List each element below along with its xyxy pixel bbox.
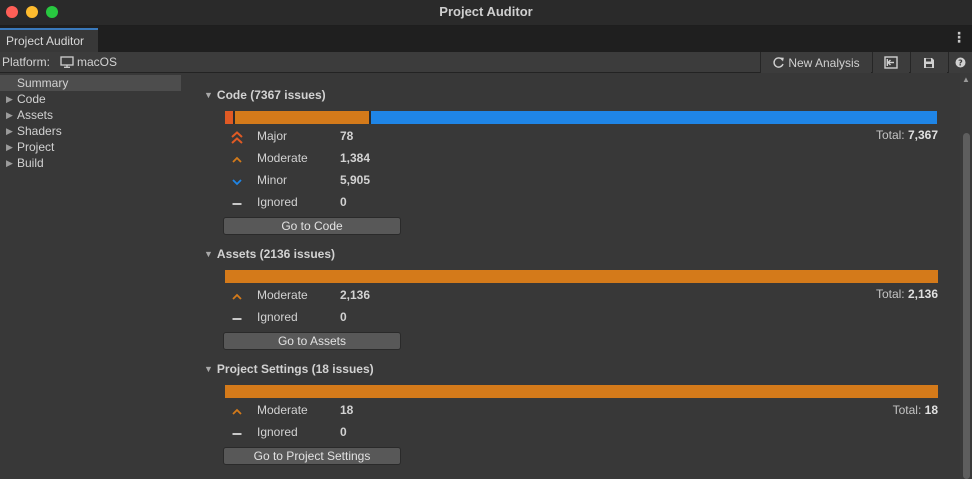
scrollbar-thumb[interactable] [963, 133, 970, 479]
tab-project-auditor[interactable]: Project Auditor [0, 28, 98, 52]
expand-arrow-icon[interactable]: ▶ [6, 155, 17, 171]
monitor-icon [60, 56, 74, 68]
sidebar-item-label: Assets [17, 108, 54, 122]
moderate-severity-icon [232, 293, 242, 300]
section-title: Code (7367 issues) [216, 88, 326, 102]
sidebar-item-summary[interactable]: Summary [0, 75, 181, 91]
sidebar: Summary ▶ Code ▶ Assets ▶ Shaders ▶ Project … [0, 73, 183, 479]
refresh-icon [773, 57, 785, 68]
summary-panel: ▼ Code (7367 issues) Total: 7,367 Major 7… [183, 73, 960, 479]
ignored-icon [232, 318, 242, 320]
help-icon: ? [955, 57, 966, 68]
sidebar-item-code[interactable]: ▶ Code [0, 91, 181, 107]
expand-arrow-icon[interactable]: ▶ [6, 107, 17, 123]
severity-count: 78 [340, 129, 354, 143]
go-to-project-settings-button[interactable]: Go to Project Settings [223, 447, 401, 465]
platform-dropdown[interactable]: macOS [77, 55, 117, 69]
sidebar-item-assets[interactable]: ▶ Assets [0, 107, 181, 123]
collapse-arrow-icon[interactable]: ▼ [204, 364, 213, 374]
bar-segment-major [225, 111, 233, 124]
severity-label: Moderate [257, 288, 308, 302]
expand-arrow-icon[interactable]: ▶ [6, 123, 17, 139]
bar-segment-moderate [235, 111, 369, 124]
assets-severity-bar [225, 270, 938, 283]
severity-count: 18 [340, 403, 354, 417]
platform-label: Platform: [2, 55, 51, 69]
help-button[interactable]: ? [948, 52, 972, 73]
severity-count: 2,136 [340, 288, 371, 302]
more-options-icon[interactable]: ⋮ [952, 30, 966, 44]
total-value: 18 [924, 403, 938, 417]
project-settings-section-header[interactable]: ▼ Project Settings (18 issues) [204, 362, 374, 376]
total-label: Total: [875, 128, 905, 142]
svg-text:?: ? [958, 59, 963, 68]
total-value: 7,367 [907, 128, 938, 142]
sidebar-item-label: Project [17, 140, 55, 154]
expand-arrow-icon[interactable]: ▶ [6, 139, 17, 155]
go-to-code-button[interactable]: Go to Code [223, 217, 401, 235]
severity-label: Major [257, 129, 288, 143]
section-title: Project Settings (18 issues) [216, 362, 374, 376]
toolbar: Platform: macOS New Analysis ? [0, 52, 972, 73]
assets-section-header[interactable]: ▼ Assets (2136 issues) [204, 247, 335, 261]
window-title: Project Auditor [439, 4, 533, 19]
minor-severity-icon [232, 179, 242, 186]
import-icon [884, 56, 898, 69]
code-total: Total: 7,367 [876, 128, 938, 142]
severity-label: Minor [257, 173, 288, 187]
severity-count: 0 [340, 310, 347, 324]
moderate-severity-icon [232, 156, 242, 163]
sidebar-item-project[interactable]: ▶ Project [0, 139, 181, 155]
save-icon [924, 57, 934, 68]
ignored-icon [232, 433, 242, 435]
severity-count: 5,905 [340, 173, 371, 187]
severity-label: Moderate [257, 151, 308, 165]
collapse-arrow-icon[interactable]: ▼ [204, 90, 213, 100]
scroll-up-arrow-icon[interactable]: ▲ [962, 75, 970, 84]
total-label: Total: [875, 287, 905, 301]
tab-bar: Project Auditor ⋮ [0, 26, 972, 52]
major-severity-icon [231, 131, 243, 144]
moderate-severity-icon [232, 408, 242, 415]
load-report-button[interactable] [872, 52, 909, 73]
expand-arrow-icon[interactable]: ▶ [6, 91, 17, 107]
severity-label: Ignored [257, 310, 298, 324]
severity-label: Moderate [257, 403, 308, 417]
collapse-arrow-icon[interactable]: ▼ [204, 249, 213, 259]
sidebar-item-build[interactable]: ▶ Build [0, 155, 181, 171]
new-analysis-label: New Analysis [788, 55, 860, 70]
ignored-icon [232, 203, 242, 205]
sidebar-item-label: Code [17, 92, 46, 106]
section-title: Assets (2136 issues) [216, 247, 335, 261]
severity-count: 1,384 [340, 151, 371, 165]
assets-total: Total: 2,136 [876, 287, 938, 301]
severity-count: 0 [340, 425, 347, 439]
sidebar-item-label: Summary [17, 76, 69, 90]
project-settings-severity-bar [225, 385, 938, 398]
sidebar-item-label: Shaders [17, 124, 62, 138]
go-to-assets-button[interactable]: Go to Assets [223, 332, 401, 350]
total-value: 2,136 [907, 287, 938, 301]
total-label: Total: [892, 403, 922, 417]
severity-label: Ignored [257, 425, 298, 439]
code-section-header[interactable]: ▼ Code (7367 issues) [204, 88, 326, 102]
vertical-scrollbar[interactable]: ▲ [960, 73, 972, 479]
sidebar-item-shaders[interactable]: ▶ Shaders [0, 123, 181, 139]
project-settings-total: Total: 18 [893, 403, 938, 417]
sidebar-item-label: Build [17, 156, 44, 170]
code-severity-bar [225, 111, 937, 124]
severity-count: 0 [340, 195, 347, 209]
window-titlebar: Project Auditor [0, 0, 972, 26]
new-analysis-button[interactable]: New Analysis [760, 52, 871, 73]
save-report-button[interactable] [910, 52, 947, 73]
bar-segment-minor [371, 111, 937, 124]
severity-label: Ignored [257, 195, 298, 209]
